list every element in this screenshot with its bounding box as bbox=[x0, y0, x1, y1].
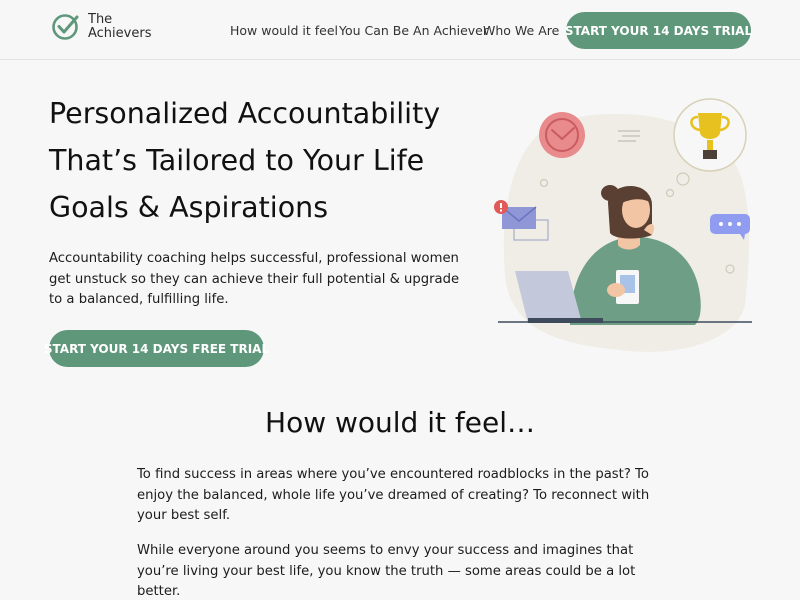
trophy-icon bbox=[673, 98, 747, 172]
hero-description: Accountability coaching helps successful… bbox=[49, 251, 460, 307]
nav-link-you-can-be-an-achiever[interactable]: You Can Be An Achiever bbox=[339, 23, 488, 38]
section-title: How would it feel… bbox=[265, 406, 535, 439]
start-trial-button-header[interactable]: START YOUR 14 DAYS TRIAL bbox=[565, 12, 752, 49]
logo-text: The Achievers bbox=[88, 13, 151, 41]
logo[interactable]: The Achievers bbox=[52, 13, 151, 41]
hero-illustration bbox=[494, 98, 752, 352]
section-paragraph-2: While everyone around you seems to envy … bbox=[137, 543, 636, 599]
nav-link-who-we-are[interactable]: Who We Are bbox=[483, 23, 559, 38]
checkmark-logo-icon bbox=[52, 14, 79, 40]
hero-title: Personalized Accountability That’s Tailo… bbox=[49, 90, 489, 231]
clock-icon bbox=[539, 112, 585, 158]
hero-title-line-2: That’s Tailored to Your Life bbox=[49, 144, 425, 177]
section-paragraph-1: To find success in areas where you’ve en… bbox=[137, 467, 650, 523]
logo-line-1: The bbox=[88, 12, 113, 27]
hero-title-line-1: Personalized Accountability bbox=[49, 97, 441, 130]
hero-title-line-3: Goals & Aspirations bbox=[49, 191, 329, 224]
site-header: The Achievers How would it feel You Can … bbox=[0, 0, 800, 60]
nav-link-how-would-it-feel[interactable]: How would it feel bbox=[230, 23, 338, 38]
start-free-trial-button[interactable]: START YOUR 14 DAYS FREE TRIAL bbox=[44, 330, 269, 367]
logo-line-2: Achievers bbox=[88, 26, 152, 41]
